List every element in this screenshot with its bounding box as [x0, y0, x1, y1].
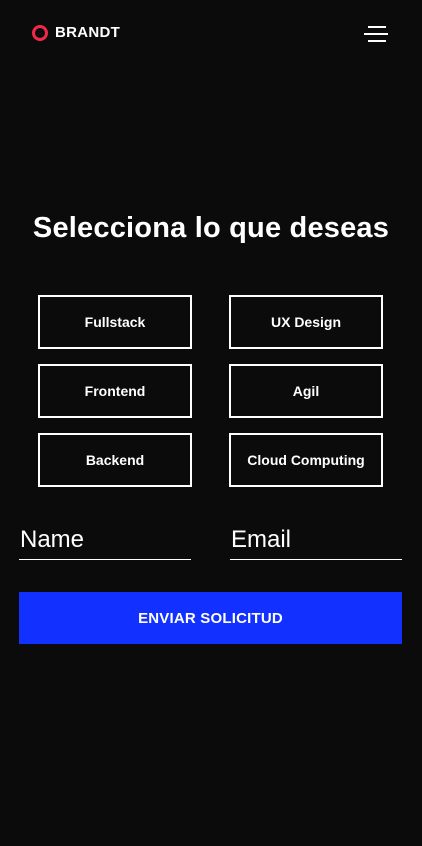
option-frontend[interactable]: Frontend: [38, 364, 192, 418]
name-field[interactable]: [19, 524, 191, 560]
menu-line-top: [368, 26, 386, 28]
email-field[interactable]: [230, 524, 402, 560]
header: BRANDT: [0, 0, 422, 70]
hamburger-menu-icon[interactable]: [362, 24, 390, 44]
page-title: Selecciona lo que deseas: [32, 212, 390, 244]
option-backend[interactable]: Backend: [38, 433, 192, 487]
brand-logo-link[interactable]: BRANDT: [32, 24, 120, 41]
option-ux-design[interactable]: UX Design: [229, 295, 383, 349]
brand-name: BRANDT: [55, 24, 121, 41]
option-agil[interactable]: Agil: [229, 364, 383, 418]
submit-button[interactable]: ENVIAR SOLICITUD: [19, 592, 402, 644]
option-cloud-computing[interactable]: Cloud Computing: [229, 433, 383, 487]
ring-logo-icon: [32, 24, 48, 41]
menu-line-middle: [364, 33, 388, 35]
menu-line-bottom: [368, 40, 386, 42]
option-fullstack[interactable]: Fullstack: [38, 295, 192, 349]
page: BRANDT Selecciona lo que deseas Fullstac…: [0, 0, 422, 846]
